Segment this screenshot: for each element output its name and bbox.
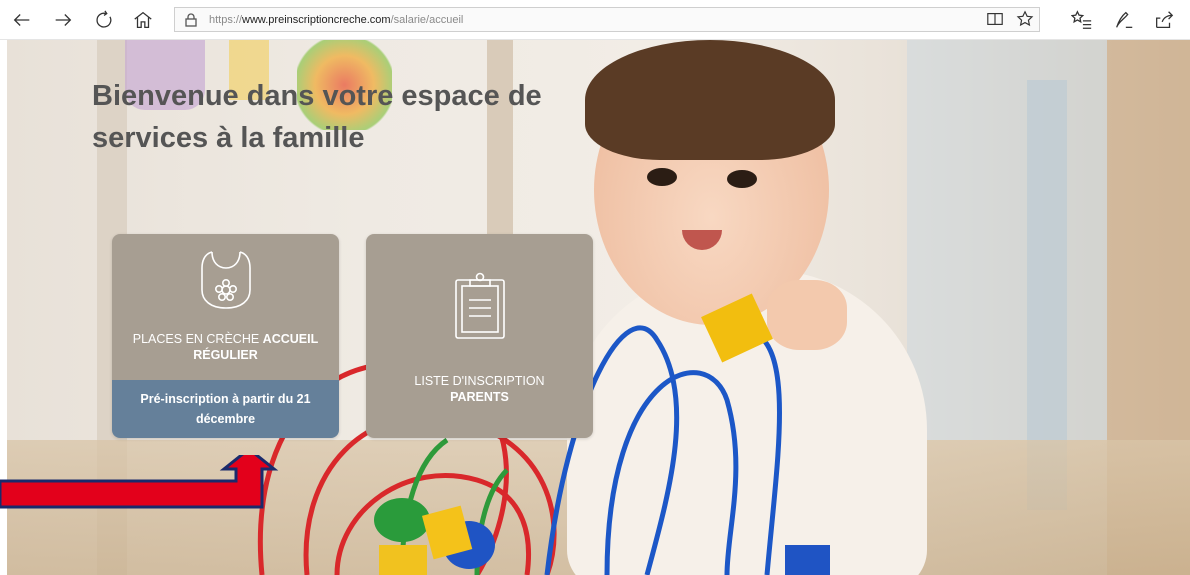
favorites-list-icon[interactable] xyxy=(1068,6,1096,34)
page-title-line1: Bienvenue dans votre espace de xyxy=(92,80,542,112)
address-bar[interactable]: https://www.preinscriptioncreche.com/sal… xyxy=(174,7,1040,32)
back-arrow-icon[interactable] xyxy=(8,6,36,34)
url-domain: www.preinscriptioncreche.com xyxy=(242,13,391,26)
forward-arrow-icon[interactable] xyxy=(49,6,77,34)
tile-top: LISTE D'INSCRIPTION PARENTS xyxy=(366,234,593,438)
tile-label-plain: PLACES EN CRÈCHE xyxy=(132,332,263,346)
tile-label-bold: ACCUEIL xyxy=(262,332,319,346)
page-title: Bienvenue dans votre espace de services … xyxy=(92,75,592,159)
share-icon[interactable] xyxy=(1150,6,1178,34)
refresh-icon[interactable] xyxy=(90,6,118,34)
tile-label: LISTE D'INSCRIPTION PARENTS xyxy=(404,373,554,405)
tile-label-plain: LISTE D'INSCRIPTION xyxy=(414,374,545,388)
red-arrow-annotation xyxy=(0,455,279,509)
reading-view-icon[interactable] xyxy=(985,9,1005,29)
bib-icon xyxy=(198,248,254,317)
url-scheme: https:// xyxy=(209,13,243,26)
tile-places-en-creche[interactable]: PLACES EN CRÈCHE ACCUEIL RÉGULIER Pré-in… xyxy=(112,234,339,438)
tile-label-bold: PARENTS xyxy=(450,390,509,404)
clipboard-icon xyxy=(450,270,510,347)
tile-label-bold: RÉGULIER xyxy=(193,348,258,362)
star-icon[interactable] xyxy=(1015,9,1035,29)
url-text: https://www.preinscriptioncreche.com/sal… xyxy=(209,14,463,26)
home-icon[interactable] xyxy=(129,6,157,34)
tile-label: PLACES EN CRÈCHE ACCUEIL RÉGULIER xyxy=(123,331,328,363)
tile-footer-preinscription[interactable]: Pré-inscription à partir du 21 décembre xyxy=(112,380,339,438)
lock-icon xyxy=(183,12,199,28)
tile-liste-inscription[interactable]: LISTE D'INSCRIPTION PARENTS xyxy=(366,234,593,438)
pen-icon[interactable] xyxy=(1110,6,1138,34)
browser-toolbar: https://www.preinscriptioncreche.com/sal… xyxy=(0,0,1190,40)
tile-top: PLACES EN CRÈCHE ACCUEIL RÉGULIER xyxy=(112,234,339,380)
page-title-line2: services à la famille xyxy=(92,122,365,154)
url-path: /salarie/accueil xyxy=(390,13,464,26)
